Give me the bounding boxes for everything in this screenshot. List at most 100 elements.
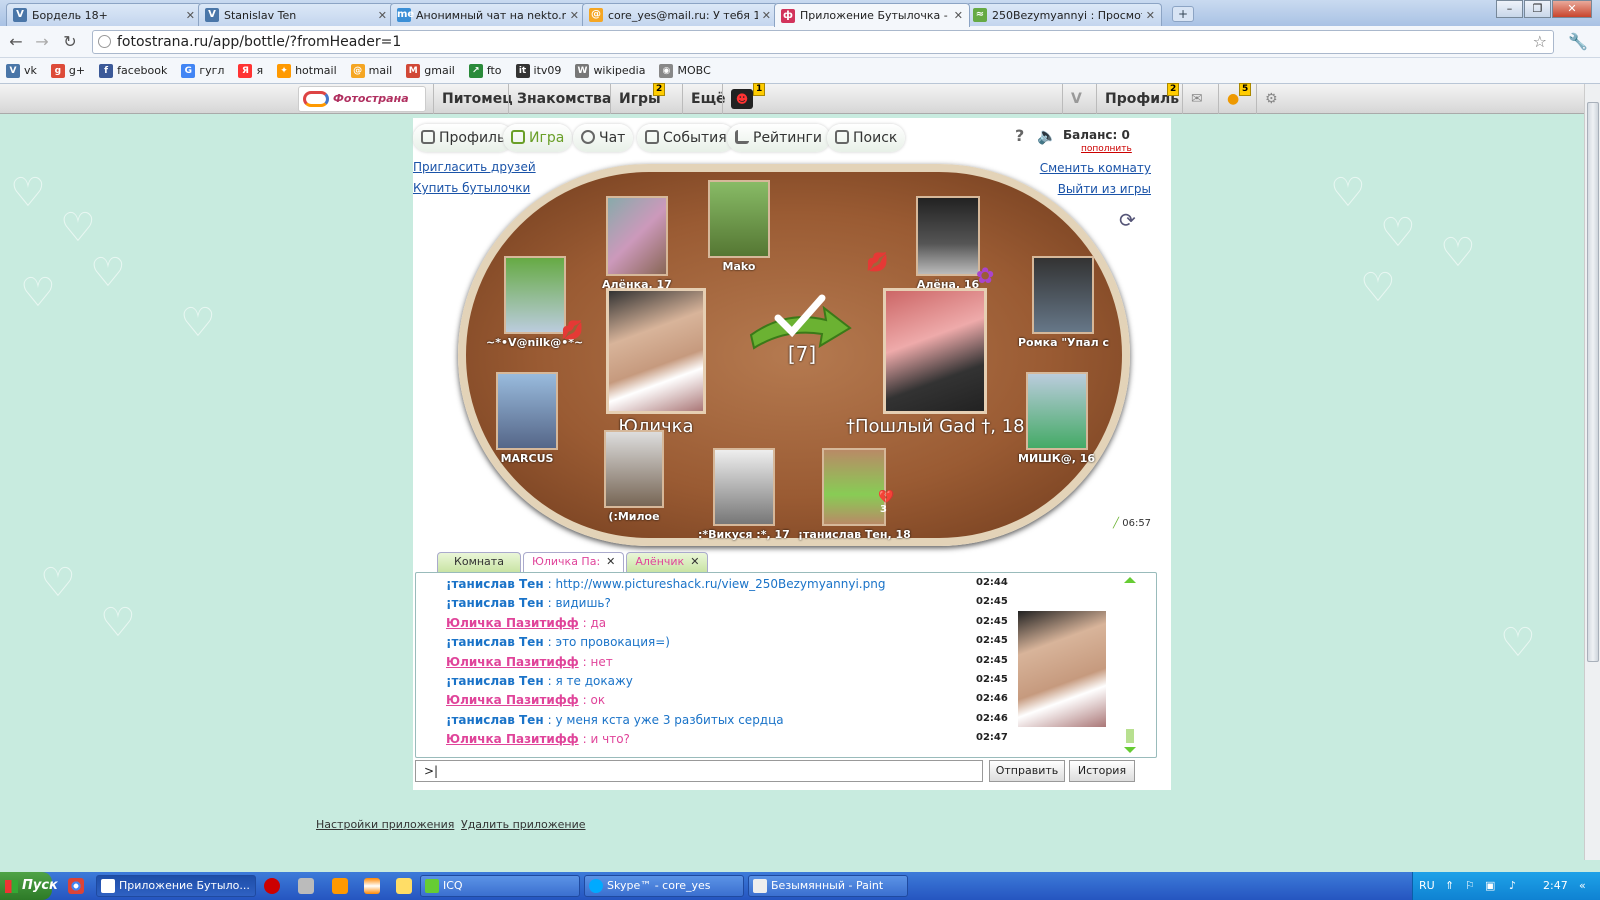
- tab-close-icon[interactable]: ✕: [954, 9, 963, 22]
- delete-app-link[interactable]: Удалить приложение: [461, 818, 586, 831]
- chat-tab-room[interactable]: Комната: [437, 552, 521, 572]
- app-settings-link[interactable]: Настройки приложения: [316, 818, 454, 831]
- address-bar[interactable]: fotostrana.ru/app/bottle/?fromHeader=1 ☆: [92, 30, 1554, 54]
- nav-znakomstva[interactable]: Знакомства: [508, 84, 619, 114]
- tab-close-icon[interactable]: ✕: [1146, 9, 1155, 22]
- close-icon[interactable]: ✕: [606, 555, 615, 568]
- bookmark-4[interactable]: Яя: [238, 63, 263, 78]
- scroll-up-icon[interactable]: [1124, 577, 1136, 583]
- fotostrana-logo[interactable]: Фотострана: [298, 86, 426, 112]
- exit-game-link[interactable]: Выйти из игры: [1058, 182, 1151, 196]
- tray-flag-icon[interactable]: ⚐: [1465, 872, 1475, 900]
- wrench-icon[interactable]: 🔧: [1568, 32, 1588, 51]
- tray-chevron-icon[interactable]: «: [1579, 872, 1586, 900]
- tab-game[interactable]: Игра: [503, 124, 573, 152]
- change-room-link[interactable]: Сменить комнату: [1040, 161, 1151, 175]
- bookmark-7[interactable]: Mgmail: [406, 63, 455, 78]
- bookmark-star-icon[interactable]: ☆: [1533, 31, 1547, 53]
- tray-network-icon[interactable]: ▣: [1485, 872, 1495, 900]
- bookmark-1[interactable]: g g+: [50, 63, 85, 78]
- minimize-button[interactable]: –: [1496, 0, 1523, 18]
- scroll-down-icon[interactable]: [1124, 747, 1136, 753]
- tray-volume-icon[interactable]: ♪: [1509, 872, 1516, 900]
- start-button[interactable]: Пуск: [0, 872, 58, 900]
- help-icon[interactable]: ?: [1015, 126, 1024, 145]
- player-marcus[interactable]: MARCUS: [496, 372, 558, 465]
- send-button[interactable]: Отправить: [989, 760, 1065, 782]
- browser-tab[interactable]: ≈250Bezymyannyi : Просмотр и ✕: [966, 3, 1162, 26]
- taskbar-window-browser[interactable]: Приложение Бутыло...: [96, 875, 256, 897]
- invite-friends-link[interactable]: Пригласить друзей: [413, 160, 536, 174]
- player-romka[interactable]: Ромка "Упал с: [1018, 256, 1109, 349]
- browser-tab[interactable]: ф Приложение Бутылочка - на ✕: [774, 3, 970, 27]
- tab-close-icon[interactable]: ✕: [762, 9, 771, 22]
- v-icon[interactable]: V: [1062, 84, 1090, 114]
- chat-scrollbar[interactable]: [1124, 577, 1136, 753]
- bookmark-9[interactable]: it itv09: [515, 63, 561, 78]
- nav-profile[interactable]: Профиль 2: [1096, 83, 1187, 114]
- chat-message-author[interactable]: Юличка Пазитифф: [446, 732, 579, 746]
- maximize-button[interactable]: ❐: [1524, 0, 1551, 18]
- sound-icon[interactable]: 🔈: [1037, 126, 1057, 145]
- page-scrollbar[interactable]: [1584, 84, 1600, 860]
- chat-message-author[interactable]: ¡танислав Тен: [446, 674, 544, 688]
- nav-app-icon[interactable]: ☻ 1: [722, 83, 770, 114]
- refresh-icon[interactable]: ⟳: [1119, 208, 1136, 232]
- opera-icon[interactable]: [264, 878, 280, 894]
- browser-tab[interactable]: @ core_yes@mail.ru: У тебя 1 н ✕: [582, 3, 778, 26]
- chat-message-author[interactable]: ¡танислав Тен: [446, 635, 544, 649]
- chat-message-author[interactable]: ¡танислав Тен: [446, 596, 544, 610]
- new-tab-button[interactable]: +: [1172, 6, 1194, 22]
- chat-message-author[interactable]: ¡танислав Тен: [446, 713, 544, 727]
- vlc-icon[interactable]: [364, 878, 380, 894]
- topup-link[interactable]: пополнить: [1081, 144, 1132, 154]
- settings-gear-icon[interactable]: ⚙: [1256, 84, 1286, 114]
- bookmark-11[interactable]: ◉ МОВС: [659, 63, 711, 78]
- player-vikusya[interactable]: :*Викуся :*, 17: [698, 448, 790, 541]
- calendar-icon[interactable]: [298, 878, 314, 894]
- bookmark-8[interactable]: ↗ fto: [468, 63, 502, 78]
- history-button[interactable]: История: [1069, 760, 1135, 782]
- player-alena16[interactable]: Алёна, 16: [916, 196, 980, 291]
- tab-chat[interactable]: Чат: [573, 124, 634, 152]
- player-miloe[interactable]: (:Милое: [604, 430, 664, 523]
- bookmark-2[interactable]: f facebook: [99, 63, 167, 78]
- tab-close-icon[interactable]: ✕: [186, 9, 195, 22]
- taskbar-window-skype[interactable]: Skype™ - core_yes: [584, 875, 744, 897]
- chrome-icon[interactable]: [68, 878, 84, 894]
- tray-arrow-icon[interactable]: ⇑: [1445, 872, 1454, 900]
- browser-tab[interactable]: me Анонимный чат на nekto.me ✕: [390, 3, 586, 26]
- media-player-icon[interactable]: [332, 878, 348, 894]
- forward-icon[interactable]: →: [32, 32, 52, 52]
- taskbar-window-paint[interactable]: Безымянный - Paint: [748, 875, 908, 897]
- nav-igry[interactable]: Игры 2: [610, 83, 669, 114]
- back-icon[interactable]: ←: [6, 32, 26, 52]
- chat-message-author[interactable]: ¡танислав Тен: [446, 577, 544, 591]
- browser-tab[interactable]: V Stanislav Ten ✕: [198, 3, 394, 26]
- coins-icon[interactable]: ● 5: [1218, 83, 1252, 114]
- bookmark-6[interactable]: @ mail: [350, 63, 392, 78]
- browser-tab[interactable]: V Бордель 18+ ✕: [6, 3, 202, 26]
- close-icon[interactable]: ✕: [690, 555, 699, 568]
- player-mako[interactable]: Mako: [708, 180, 770, 273]
- tab-events[interactable]: События: [637, 124, 735, 152]
- chat-tab-yulichka[interactable]: Юличка Па: ✕: [523, 552, 625, 572]
- mail-icon[interactable]: ✉: [1182, 84, 1211, 114]
- tab-close-icon[interactable]: ✕: [570, 9, 579, 22]
- tab-ratings[interactable]: Рейтинги: [727, 124, 831, 152]
- chat-message-author[interactable]: Юличка Пазитифф: [446, 693, 579, 707]
- language-indicator[interactable]: RU: [1419, 872, 1435, 900]
- close-window-button[interactable]: ✕: [1552, 0, 1592, 18]
- bookmark-3[interactable]: Gгугл: [181, 63, 224, 78]
- tab-profile[interactable]: Профиль: [413, 124, 514, 152]
- bookmark-5[interactable]: ✦ hotmail: [277, 63, 337, 78]
- buy-bottles-link[interactable]: Купить бутылочки: [413, 181, 530, 195]
- player-mishka[interactable]: МИШК@, 16: [1018, 372, 1095, 465]
- bookmark-10[interactable]: Wwikipedia: [575, 63, 645, 78]
- chat-message-author[interactable]: Юличка Пазитифф: [446, 655, 579, 669]
- tab-close-icon[interactable]: ✕: [378, 9, 387, 22]
- chat-input[interactable]: >|: [415, 760, 983, 782]
- folder-icon[interactable]: [396, 878, 412, 894]
- reload-icon[interactable]: ↻: [60, 32, 80, 52]
- tab-search[interactable]: Поиск: [827, 124, 906, 152]
